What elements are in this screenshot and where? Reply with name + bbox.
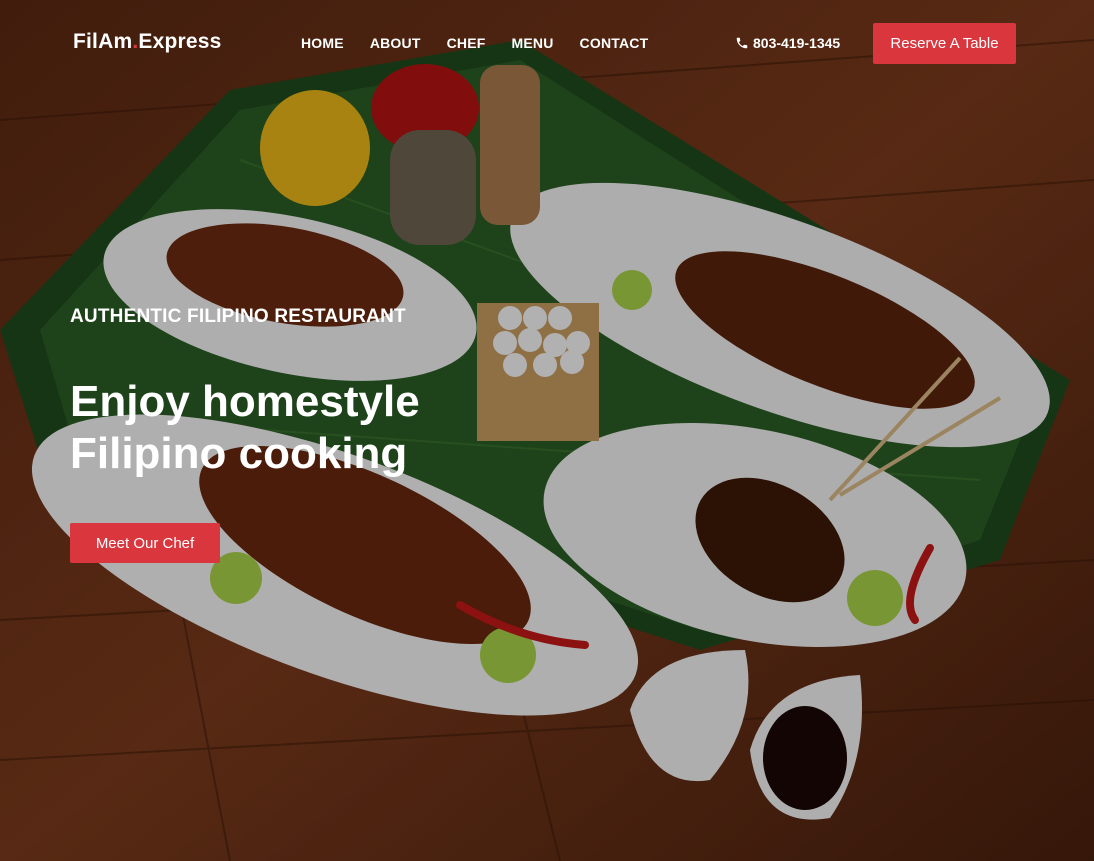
hero-headline-line1: Enjoy homestyle	[70, 377, 420, 426]
phone-icon	[736, 37, 748, 49]
nav-home[interactable]: HOME	[301, 35, 344, 51]
hero-content: AUTHENTIC FILIPINO RESTAURANT Enjoy home…	[70, 306, 530, 563]
nav-contact[interactable]: CONTACT	[580, 35, 649, 51]
logo-text-right: Express	[138, 30, 222, 53]
site-logo[interactable]: FilAm.Express	[73, 30, 222, 54]
nav-menu[interactable]: MENU	[512, 35, 554, 51]
phone-number: 803-419-1345	[753, 35, 841, 51]
nav-chef[interactable]: CHEF	[447, 35, 486, 51]
nav-about[interactable]: ABOUT	[370, 35, 421, 51]
meet-our-chef-button[interactable]: Meet Our Chef	[70, 523, 220, 563]
main-nav: HOME ABOUT CHEF MENU CONTACT	[301, 35, 648, 51]
reserve-table-button[interactable]: Reserve A Table	[873, 23, 1016, 64]
site-header: FilAm.Express HOME ABOUT CHEF MENU CONTA…	[0, 0, 1094, 86]
hero-eyebrow: AUTHENTIC FILIPINO RESTAURANT	[70, 306, 406, 327]
logo-text-left: FilAm	[73, 30, 133, 53]
hero-headline: Enjoy homestyle Filipino cooking	[70, 376, 530, 480]
hero-headline-line2: Filipino cooking	[70, 429, 408, 478]
phone-link[interactable]: 803-419-1345	[735, 35, 840, 51]
